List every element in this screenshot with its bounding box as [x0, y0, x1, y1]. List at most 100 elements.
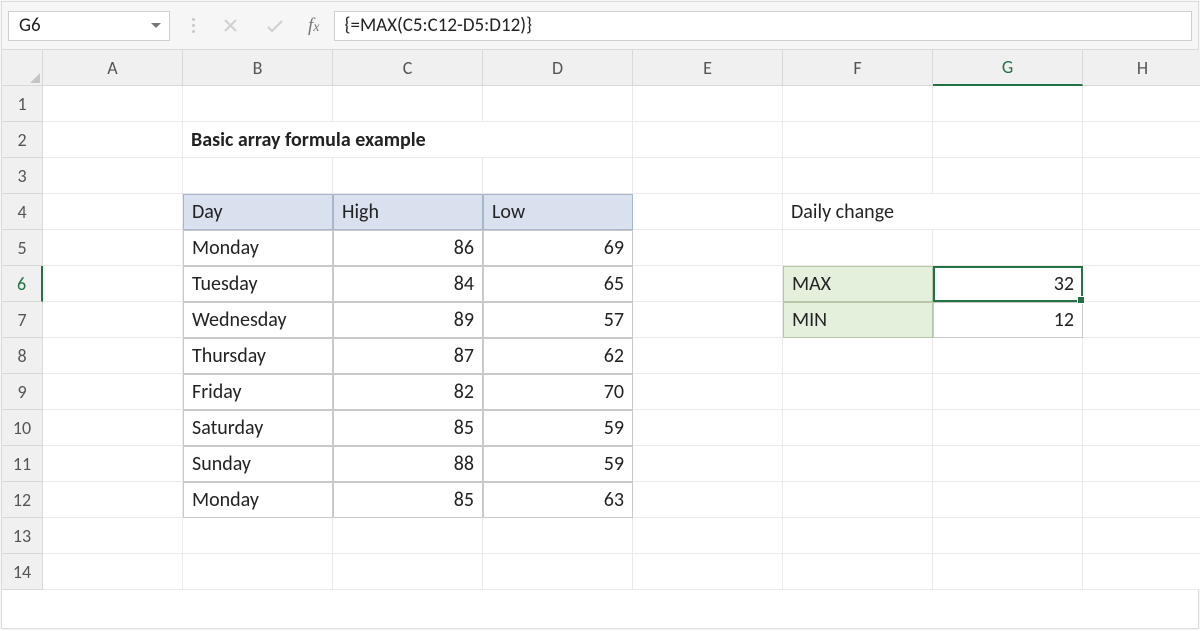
cell-H8[interactable] — [1083, 338, 1200, 374]
daily-change-label[interactable]: Daily change — [783, 194, 1083, 230]
cell-F2[interactable] — [783, 122, 933, 158]
cancel-icon[interactable] — [223, 18, 238, 33]
cell-H9[interactable] — [1083, 374, 1200, 410]
row-header-2[interactable]: 2 — [2, 122, 43, 158]
row-header-14[interactable]: 14 — [2, 554, 43, 590]
row-header-4[interactable]: 4 — [2, 194, 43, 230]
col-header-H[interactable]: H — [1083, 50, 1200, 86]
enter-icon[interactable] — [266, 19, 284, 33]
cell-G11[interactable] — [933, 446, 1083, 482]
cell-C3[interactable] — [333, 158, 483, 194]
cell-F1[interactable] — [783, 86, 933, 122]
cell-H10[interactable] — [1083, 410, 1200, 446]
cell-B11[interactable]: Sunday — [183, 446, 333, 482]
cell-G7[interactable]: 12 — [933, 302, 1083, 338]
name-box[interactable]: G6 — [8, 11, 170, 41]
row-header-13[interactable]: 13 — [2, 518, 43, 554]
cell-G5[interactable] — [933, 230, 1083, 266]
cell-H12[interactable] — [1083, 482, 1200, 518]
spreadsheet-grid[interactable]: A B C D E F G H 1 2 Basic array formula … — [2, 50, 1198, 590]
cell-G12[interactable] — [933, 482, 1083, 518]
cell-E6[interactable] — [633, 266, 783, 302]
cell-H14[interactable] — [1083, 554, 1200, 590]
cell-C12[interactable]: 85 — [333, 482, 483, 518]
cell-G3[interactable] — [933, 158, 1083, 194]
col-header-F[interactable]: F — [783, 50, 933, 86]
cell-H3[interactable] — [1083, 158, 1200, 194]
cell-B14[interactable] — [183, 554, 333, 590]
cell-H13[interactable] — [1083, 518, 1200, 554]
cell-A2[interactable] — [43, 122, 183, 158]
formula-input[interactable]: {=MAX(C5:C12-D5:D12)} — [334, 11, 1193, 41]
cell-B5[interactable]: Monday — [183, 230, 333, 266]
row-header-1[interactable]: 1 — [2, 86, 43, 122]
cell-C10[interactable]: 85 — [333, 410, 483, 446]
cell-H2[interactable] — [1083, 122, 1200, 158]
cell-C9[interactable]: 82 — [333, 374, 483, 410]
cell-D13[interactable] — [483, 518, 633, 554]
cell-D7[interactable]: 57 — [483, 302, 633, 338]
fx-icon[interactable]: fx — [308, 15, 320, 37]
cell-B13[interactable] — [183, 518, 333, 554]
cell-F14[interactable] — [783, 554, 933, 590]
cell-B8[interactable]: Thursday — [183, 338, 333, 374]
cell-D11[interactable]: 59 — [483, 446, 633, 482]
cell-A6[interactable] — [43, 266, 183, 302]
cell-C7[interactable]: 89 — [333, 302, 483, 338]
cell-B1[interactable] — [183, 86, 333, 122]
cell-D9[interactable]: 70 — [483, 374, 633, 410]
cell-D1[interactable] — [483, 86, 633, 122]
cell-F10[interactable] — [783, 410, 933, 446]
cell-E9[interactable] — [633, 374, 783, 410]
row-header-5[interactable]: 5 — [2, 230, 43, 266]
col-header-A[interactable]: A — [43, 50, 183, 86]
cell-E11[interactable] — [633, 446, 783, 482]
cell-A5[interactable] — [43, 230, 183, 266]
cell-F8[interactable] — [783, 338, 933, 374]
cell-E13[interactable] — [633, 518, 783, 554]
cell-E1[interactable] — [633, 86, 783, 122]
cell-G8[interactable] — [933, 338, 1083, 374]
cell-A12[interactable] — [43, 482, 183, 518]
col-header-E[interactable]: E — [633, 50, 783, 86]
cell-G1[interactable] — [933, 86, 1083, 122]
cell-B12[interactable]: Monday — [183, 482, 333, 518]
cell-G6-selected[interactable]: 32 — [933, 266, 1083, 302]
cell-E10[interactable] — [633, 410, 783, 446]
cell-C6[interactable]: 84 — [333, 266, 483, 302]
cell-A7[interactable] — [43, 302, 183, 338]
row-header-12[interactable]: 12 — [2, 482, 43, 518]
cell-H7[interactable] — [1083, 302, 1200, 338]
header-high[interactable]: High — [333, 194, 483, 230]
header-low[interactable]: Low — [483, 194, 633, 230]
row-header-7[interactable]: 7 — [2, 302, 43, 338]
cell-H11[interactable] — [1083, 446, 1200, 482]
cell-B10[interactable]: Saturday — [183, 410, 333, 446]
col-header-B[interactable]: B — [183, 50, 333, 86]
cell-G14[interactable] — [933, 554, 1083, 590]
cell-A3[interactable] — [43, 158, 183, 194]
cell-E14[interactable] — [633, 554, 783, 590]
row-header-10[interactable]: 10 — [2, 410, 43, 446]
cell-D5[interactable]: 69 — [483, 230, 633, 266]
cell-A8[interactable] — [43, 338, 183, 374]
cell-H6[interactable] — [1083, 266, 1200, 302]
row-header-3[interactable]: 3 — [2, 158, 43, 194]
cell-H4[interactable] — [1083, 194, 1200, 230]
cell-B6[interactable]: Tuesday — [183, 266, 333, 302]
min-label[interactable]: MIN — [783, 302, 933, 338]
cell-C11[interactable]: 88 — [333, 446, 483, 482]
col-header-D[interactable]: D — [483, 50, 633, 86]
cell-E5[interactable] — [633, 230, 783, 266]
cell-E4[interactable] — [633, 194, 783, 230]
cell-E8[interactable] — [633, 338, 783, 374]
cell-A10[interactable] — [43, 410, 183, 446]
row-header-9[interactable]: 9 — [2, 374, 43, 410]
cell-F3[interactable] — [783, 158, 933, 194]
cell-C5[interactable]: 86 — [333, 230, 483, 266]
select-all-corner[interactable] — [2, 50, 43, 86]
cell-A4[interactable] — [43, 194, 183, 230]
title-cell[interactable]: Basic array formula example — [183, 122, 633, 158]
row-header-6[interactable]: 6 — [2, 266, 43, 302]
cell-A9[interactable] — [43, 374, 183, 410]
